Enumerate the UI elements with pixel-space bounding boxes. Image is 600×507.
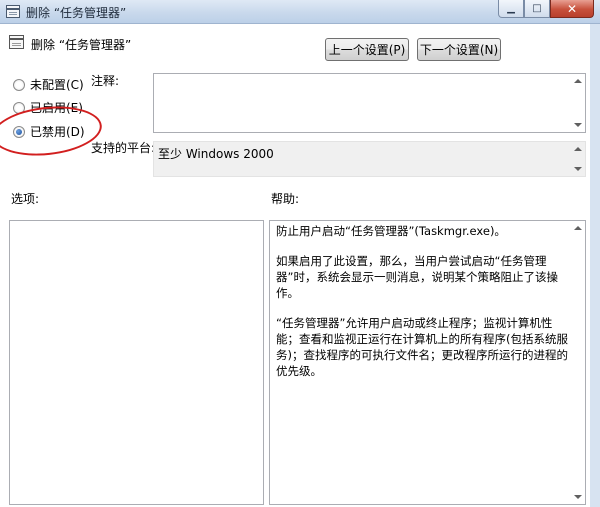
policy-window-icon	[6, 5, 20, 18]
comment-scrollbar[interactable]	[571, 74, 585, 132]
policy-setting-icon	[9, 35, 24, 49]
help-paragraph: 防止用户启动“任务管理器”(Taskmgr.exe)。	[276, 224, 506, 238]
radio-not-configured[interactable]: 未配置(C)	[13, 76, 84, 93]
scroll-down-icon[interactable]	[574, 167, 582, 171]
help-label: 帮助:	[271, 192, 300, 206]
help-paragraph: 如果启用了此设置，那么，当用户尝试启动“任务管理器”时，系统会显示一则消息，说明…	[276, 254, 558, 300]
window-controls: ▁ □ ✕	[498, 0, 594, 18]
supported-platform-field: 至少 Windows 2000	[153, 141, 586, 177]
supported-platform-label: 支持的平台:	[91, 141, 156, 155]
previous-setting-button[interactable]: 上一个设置(P)	[325, 38, 409, 61]
help-panel: 防止用户启动“任务管理器”(Taskmgr.exe)。 如果启用了此设置，那么，…	[269, 220, 586, 505]
radio-label: 未配置(C)	[30, 78, 84, 92]
options-label: 选项:	[11, 192, 40, 206]
minimize-button[interactable]: ▁	[498, 0, 524, 18]
platform-scrollbar[interactable]	[571, 142, 585, 176]
maximize-button[interactable]: □	[524, 0, 550, 18]
help-scrollbar[interactable]	[571, 221, 585, 504]
scroll-up-icon[interactable]	[574, 147, 582, 151]
help-text: 防止用户启动“任务管理器”(Taskmgr.exe)。 如果启用了此设置，那么，…	[276, 223, 569, 393]
close-button[interactable]: ✕	[550, 0, 594, 18]
scroll-down-icon[interactable]	[574, 123, 582, 127]
supported-platform-value: 至少 Windows 2000	[158, 147, 274, 161]
radio-button[interactable]	[13, 78, 25, 91]
options-panel	[9, 220, 264, 505]
title-bar: 删除 “任务管理器” ▁ □ ✕	[0, 0, 600, 24]
scroll-down-icon[interactable]	[574, 495, 582, 499]
scroll-up-icon[interactable]	[574, 226, 582, 230]
scroll-up-icon[interactable]	[574, 79, 582, 83]
help-paragraph: “任务管理器”允许用户启动或终止程序；监视计算机性能；查看和监视正运行在计算机上…	[276, 316, 568, 378]
next-setting-button[interactable]: 下一个设置(N)	[417, 38, 501, 61]
comment-label: 注释:	[91, 74, 120, 88]
window-frame-edge	[590, 24, 600, 507]
comment-textarea[interactable]	[153, 73, 586, 133]
policy-name: 删除 “任务管理器”	[31, 38, 132, 52]
window-title: 删除 “任务管理器”	[26, 6, 127, 20]
